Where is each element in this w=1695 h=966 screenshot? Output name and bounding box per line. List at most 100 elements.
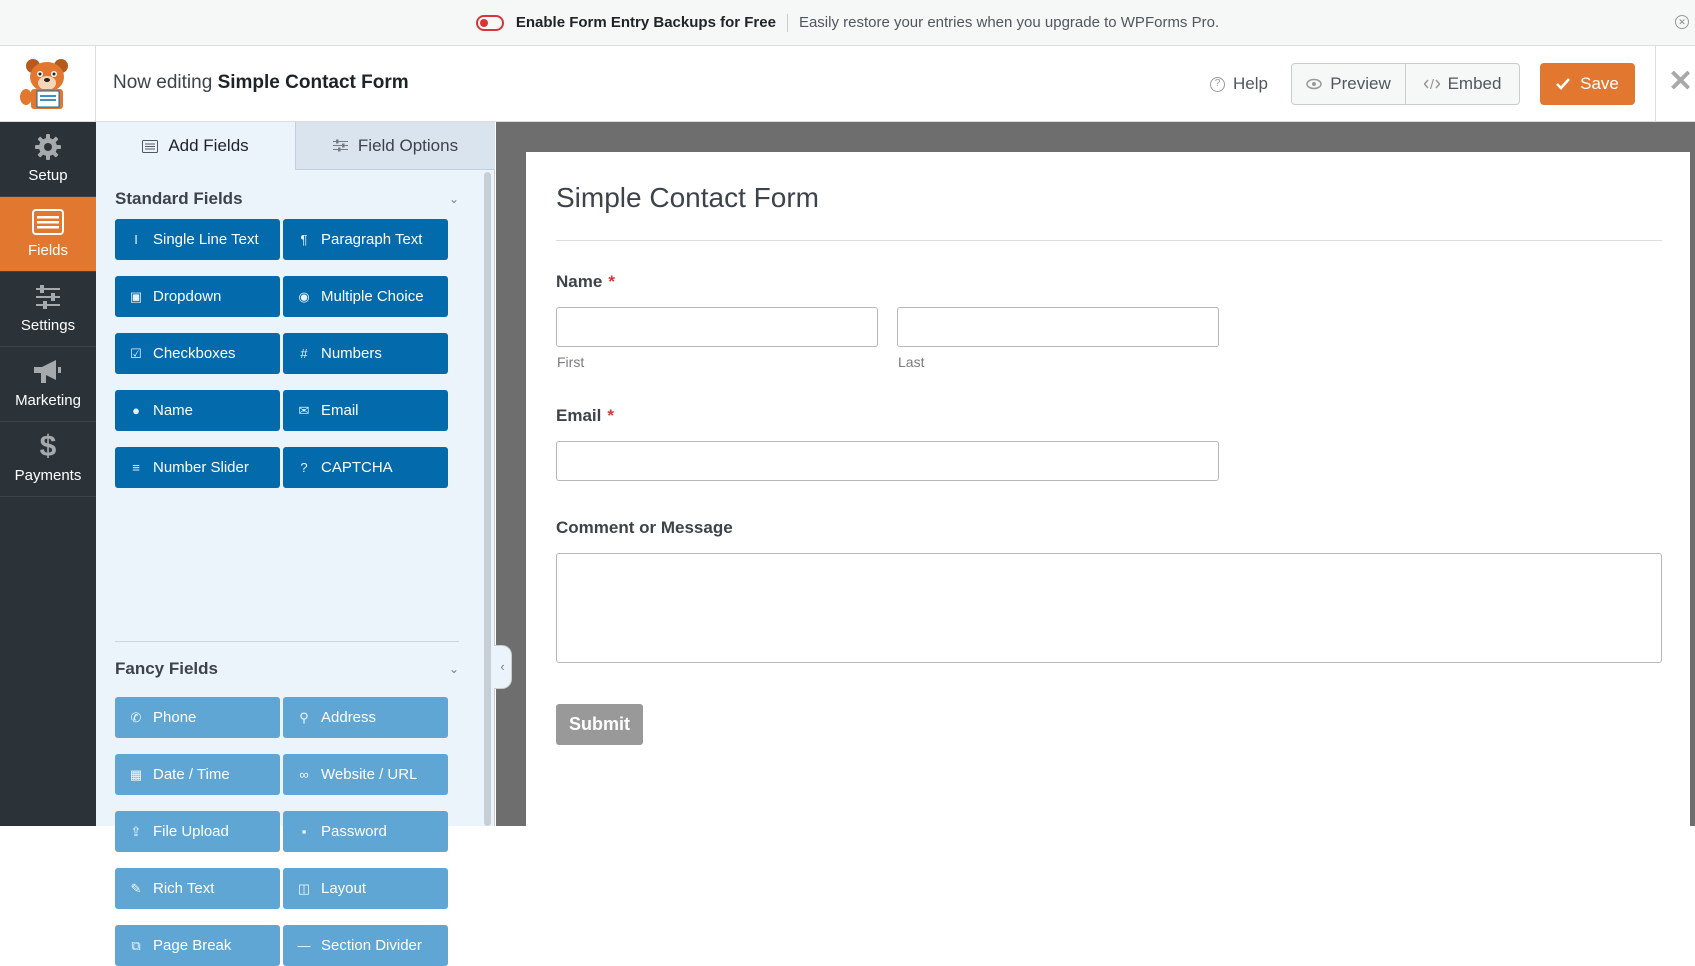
first-sublabel: First	[557, 354, 585, 370]
field-number-slider[interactable]: ≡ Number Slider	[115, 447, 280, 488]
paragraph-icon: ¶	[300, 232, 308, 247]
notice-message: Easily restore your entries when you upg…	[798, 14, 1220, 31]
envelope-icon: ✉	[298, 402, 310, 418]
nav-item-fields[interactable]: Fields	[0, 197, 96, 272]
email-input[interactable]	[556, 441, 1219, 481]
field-numbers[interactable]: # Numbers	[283, 333, 448, 374]
nav-label-setup: Setup	[28, 167, 68, 184]
editing-prefix: Now editing	[113, 72, 213, 93]
field-checkboxes[interactable]: ☑ Checkboxes	[115, 333, 280, 374]
phone-icon: ✆	[130, 709, 142, 725]
calendar-icon: ▦	[129, 766, 143, 782]
field-page-break[interactable]: ⧉ Page Break	[115, 925, 280, 966]
field-label: Checkboxes	[153, 345, 236, 362]
columns-icon: ◫	[297, 880, 311, 896]
preview-button[interactable]: Preview	[1292, 64, 1405, 104]
field-label: Section Divider	[321, 937, 422, 954]
nav-label-settings: Settings	[20, 317, 76, 334]
builder-sidebar: Setup Fields Settings Marketing $ Paymen…	[0, 122, 96, 826]
notice-title: Enable Form Entry Backups for Free	[515, 14, 776, 31]
name-field-label[interactable]: Name *	[556, 272, 615, 292]
field-website-url[interactable]: ∞ Website / URL	[283, 754, 448, 795]
help-button[interactable]: ? Help	[1210, 74, 1268, 94]
nav-item-settings[interactable]: Settings	[0, 272, 96, 347]
lock-icon: ▪	[301, 824, 307, 839]
nav-item-payments[interactable]: $ Payments	[0, 422, 96, 497]
form-preview-area: Simple Contact Form Name * First Last Ema…	[496, 122, 1695, 832]
field-label: Layout	[321, 880, 367, 897]
field-dropdown[interactable]: ▣ Dropdown	[115, 276, 280, 317]
submit-button[interactable]: Submit	[556, 704, 643, 745]
field-email[interactable]: ✉ Email	[283, 390, 448, 431]
last-name-input[interactable]	[897, 307, 1219, 347]
field-captcha[interactable]: ? CAPTCHA	[283, 447, 448, 488]
field-date-time[interactable]: ▦ Date / Time	[115, 754, 280, 795]
tab-field-options[interactable]: Field Options	[295, 122, 495, 170]
collapse-panel-chevron-icon[interactable]: ‹	[494, 645, 512, 689]
field-label: Email	[321, 402, 359, 419]
required-mark: *	[607, 406, 614, 425]
tab-add-fields[interactable]: Add Fields	[96, 122, 295, 170]
panel-tabs: Add Fields Field Options	[96, 122, 495, 170]
close-builder-icon[interactable]: ✕	[1668, 64, 1693, 99]
fancy-fields-heading: Fancy Fields	[115, 659, 218, 678]
text-cursor-icon: I	[134, 232, 138, 247]
help-label: Help	[1233, 74, 1268, 93]
embed-button[interactable]: Embed	[1405, 64, 1519, 104]
field-rich-text[interactable]: ✎ Rich Text	[115, 868, 280, 909]
chevron-down-icon[interactable]: ⌄	[449, 662, 459, 676]
field-multiple-choice[interactable]: ◉ Multiple Choice	[283, 276, 448, 317]
user-icon: ●	[132, 403, 140, 418]
tab-add-fields-label: Add Fields	[168, 136, 249, 155]
eye-icon	[1306, 78, 1323, 90]
wpforms-logo	[0, 46, 96, 122]
last-sublabel: Last	[898, 354, 925, 370]
fields-panel: Add Fields Field Options Standard Fields…	[96, 122, 495, 966]
checkmark-icon	[1556, 78, 1571, 90]
field-label: Phone	[153, 709, 197, 726]
nav-label-fields: Fields	[27, 242, 68, 259]
field-password[interactable]: ▪ Password	[283, 811, 448, 852]
save-button[interactable]: Save	[1540, 63, 1635, 105]
panel-scrollbar[interactable]	[484, 172, 491, 826]
code-icon	[1423, 78, 1440, 90]
nav-item-setup[interactable]: Setup	[0, 122, 96, 197]
form-preview-card: Simple Contact Form Name * First Last Ema…	[526, 152, 1690, 832]
comment-field-label[interactable]: Comment or Message	[556, 518, 733, 538]
notice-close-icon[interactable]: ✕	[1675, 15, 1689, 29]
field-layout[interactable]: ◫ Layout	[283, 868, 448, 909]
notice-separator	[786, 13, 788, 32]
field-file-upload[interactable]: ⇪ File Upload	[115, 811, 280, 852]
field-section-divider[interactable]: — Section Divider	[283, 925, 448, 966]
header-divider	[1655, 46, 1656, 122]
standard-fields-heading: Standard Fields	[115, 189, 243, 208]
field-address[interactable]: ⚲ Address	[283, 697, 448, 738]
field-phone[interactable]: ✆ Phone	[115, 697, 280, 738]
field-label: Single Line Text	[153, 231, 259, 248]
field-single-line-text[interactable]: I Single Line Text	[115, 219, 280, 260]
field-paragraph-text[interactable]: ¶ Paragraph Text	[283, 219, 448, 260]
save-label: Save	[1580, 74, 1619, 93]
field-label: CAPTCHA	[321, 459, 393, 476]
tab-field-options-label: Field Options	[357, 135, 459, 155]
nav-item-marketing[interactable]: Marketing	[0, 347, 96, 422]
field-label: Number Slider	[153, 459, 249, 476]
field-label: Website / URL	[321, 766, 418, 783]
field-name[interactable]: ● Name	[115, 390, 280, 431]
first-name-input[interactable]	[556, 307, 878, 347]
preview-embed-group: Preview Embed	[1291, 63, 1520, 105]
backup-toggle[interactable]	[475, 14, 504, 31]
radio-icon: ◉	[298, 288, 310, 304]
nav-label-payments: Payments	[14, 467, 82, 484]
section-divider	[115, 641, 459, 642]
email-field-label[interactable]: Email *	[556, 406, 614, 426]
preview-label: Preview	[1330, 74, 1391, 93]
field-label: Numbers	[321, 345, 382, 362]
list-icon	[0, 207, 96, 237]
question-circle-icon: ?	[300, 460, 308, 475]
chevron-down-icon[interactable]: ⌄	[449, 192, 459, 206]
form-title: Simple Contact Form	[556, 182, 819, 213]
comment-textarea[interactable]	[556, 553, 1662, 663]
page-title: Now editing Simple Contact Form	[113, 72, 409, 94]
link-icon: ∞	[299, 767, 309, 782]
